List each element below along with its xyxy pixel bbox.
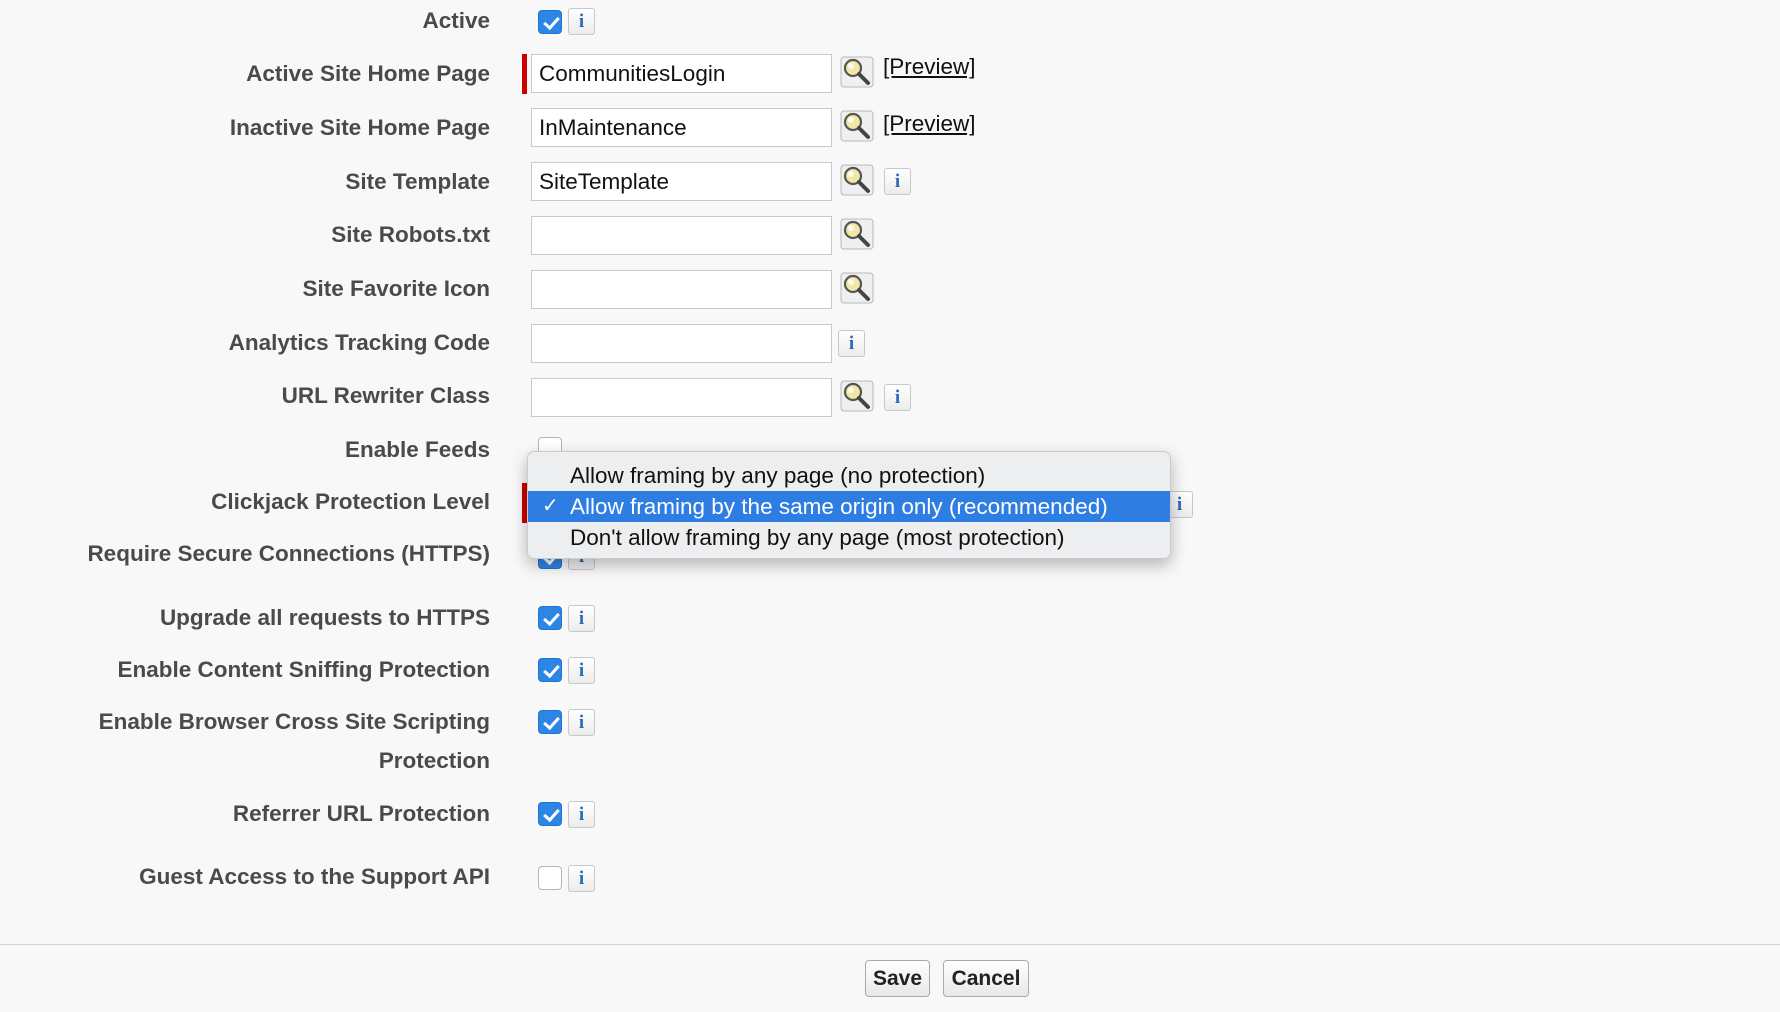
clickjack-option-same-origin[interactable]: ✓ Allow framing by the same origin only …: [528, 491, 1170, 522]
enable-feeds-label: Enable Feeds: [344, 437, 490, 462]
analytics-tracking-code-input[interactable]: [531, 324, 832, 363]
analytics-tracking-code-label: Analytics Tracking Code: [228, 330, 490, 355]
site-template-label: Site Template: [345, 169, 490, 194]
referrer-url-protection-label: Referrer URL Protection: [232, 801, 490, 826]
url-rewriter-class-label: URL Rewriter Class: [281, 383, 490, 408]
url-rewriter-class-input[interactable]: [531, 378, 832, 417]
preview-link[interactable]: [Preview]: [883, 54, 976, 80]
active-checkbox[interactable]: [538, 10, 562, 34]
content-sniffing-label: Enable Content Sniffing Protection: [117, 657, 491, 682]
cancel-button[interactable]: Cancel: [943, 960, 1029, 997]
xss-protection-label-line1: Enable Browser Cross Site Scripting: [98, 709, 490, 734]
xss-protection-label: Enable Browser Cross Site Scripting Prot…: [30, 702, 490, 782]
magnifier-lookup-icon[interactable]: [840, 380, 874, 412]
site-robots-input[interactable]: [531, 216, 832, 255]
required-indicator: [522, 54, 527, 94]
active-label: Active: [422, 8, 490, 33]
xss-protection-label-line2: Protection: [378, 748, 490, 773]
site-robots-label: Site Robots.txt: [331, 222, 490, 247]
guest-access-support-api-label: Guest Access to the Support API: [139, 864, 490, 889]
upgrade-https-label: Upgrade all requests to HTTPS: [159, 605, 490, 630]
preview-link[interactable]: [Preview]: [883, 111, 976, 137]
form-footer: Save Cancel: [0, 944, 1780, 1012]
upgrade-https-checkbox[interactable]: [538, 606, 562, 630]
magnifier-lookup-icon[interactable]: [840, 56, 874, 88]
info-icon[interactable]: i: [884, 168, 911, 195]
info-icon[interactable]: i: [568, 801, 595, 828]
clickjack-option-no-protection[interactable]: Allow framing by any page (no protection…: [528, 460, 1170, 491]
option-label: Don't allow framing by any page (most pr…: [570, 525, 1065, 550]
clickjack-option-most-protection[interactable]: Don't allow framing by any page (most pr…: [528, 522, 1170, 553]
checkmark-icon: ✓: [542, 495, 559, 517]
magnifier-lookup-icon[interactable]: [840, 272, 874, 304]
guest-access-support-api-checkbox[interactable]: [538, 866, 562, 890]
option-label: Allow framing by any page (no protection…: [570, 463, 986, 488]
info-icon[interactable]: i: [568, 865, 595, 892]
active-site-home-page-input[interactable]: [531, 54, 832, 93]
referrer-url-protection-checkbox[interactable]: [538, 802, 562, 826]
active-site-home-page-label: Active Site Home Page: [246, 61, 490, 86]
option-label: Allow framing by the same origin only (r…: [570, 494, 1108, 519]
clickjack-protection-level-label: Clickjack Protection Level: [211, 489, 490, 514]
clickjack-protection-dropdown[interactable]: Allow framing by any page (no protection…: [527, 451, 1171, 559]
inactive-site-home-page-input[interactable]: [531, 108, 832, 147]
content-sniffing-checkbox[interactable]: [538, 658, 562, 682]
site-favorite-icon-label: Site Favorite Icon: [302, 276, 490, 301]
save-button[interactable]: Save: [865, 960, 930, 997]
info-icon[interactable]: i: [568, 709, 595, 736]
magnifier-lookup-icon[interactable]: [840, 164, 874, 196]
info-icon[interactable]: i: [838, 330, 865, 357]
require-secure-connections-label: Require Secure Connections (HTTPS): [87, 541, 490, 566]
magnifier-lookup-icon[interactable]: [840, 110, 874, 142]
info-icon[interactable]: i: [568, 8, 595, 35]
site-template-input[interactable]: [531, 162, 832, 201]
magnifier-lookup-icon[interactable]: [840, 218, 874, 250]
info-icon[interactable]: i: [884, 384, 911, 411]
xss-protection-checkbox[interactable]: [538, 710, 562, 734]
site-favorite-icon-input[interactable]: [531, 270, 832, 309]
inactive-site-home-page-label: Inactive Site Home Page: [229, 115, 490, 140]
info-icon[interactable]: i: [568, 605, 595, 632]
info-icon[interactable]: i: [568, 657, 595, 684]
